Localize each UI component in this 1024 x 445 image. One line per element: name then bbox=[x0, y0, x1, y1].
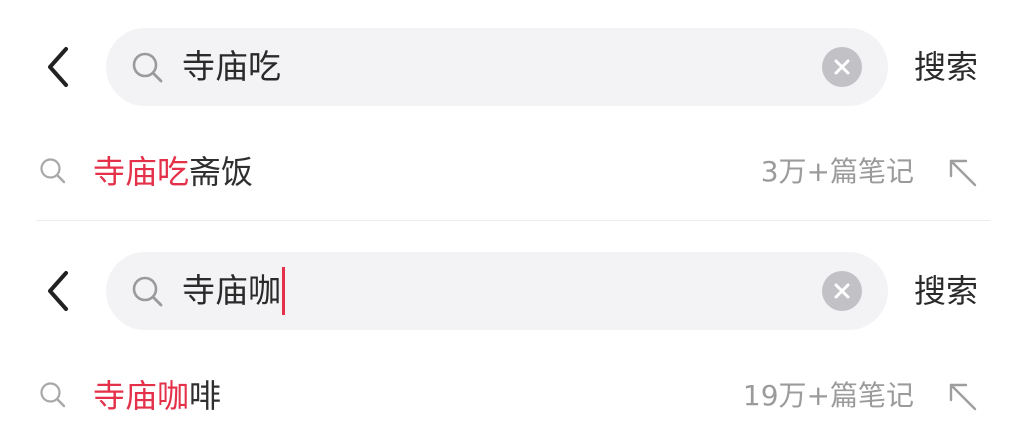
search-field[interactable]: 寺庙吃 bbox=[106, 28, 888, 106]
magnifier-icon bbox=[40, 158, 66, 184]
magnifier-icon bbox=[40, 382, 66, 408]
suggestion-text: 寺庙吃斋饭 bbox=[93, 142, 253, 202]
search-query-text: 寺庙咖 bbox=[182, 271, 281, 310]
note-count: 19万+篇笔记 bbox=[742, 379, 914, 412]
magnifier-icon bbox=[132, 276, 163, 307]
clear-x-icon bbox=[834, 283, 850, 299]
search-bar: 寺庙吃 搜索 bbox=[0, 28, 1024, 106]
suggestion-item[interactable]: 寺庙咖啡 19万+篇笔记 bbox=[0, 366, 1024, 426]
search-bar: 寺庙咖 搜索 bbox=[0, 252, 1024, 330]
arrow-up-left-icon[interactable] bbox=[942, 152, 982, 192]
back-button[interactable] bbox=[36, 266, 80, 316]
suggestion-item[interactable]: 寺庙吃斋饭 3万+篇笔记 bbox=[0, 142, 1024, 202]
suggestion-highlight: 寺庙吃 bbox=[93, 153, 190, 191]
suggestion-text: 寺庙咖啡 bbox=[93, 366, 221, 426]
search-input[interactable]: 寺庙吃 bbox=[182, 28, 281, 106]
clear-x-icon bbox=[834, 59, 850, 75]
back-button[interactable] bbox=[36, 42, 80, 92]
arrow-up-left-icon[interactable] bbox=[942, 376, 982, 416]
section-divider bbox=[36, 220, 990, 221]
search-button[interactable]: 搜索 bbox=[914, 252, 978, 330]
search-field[interactable]: 寺庙咖 bbox=[106, 252, 888, 330]
magnifier-icon bbox=[132, 52, 163, 83]
suggestion-rest: 斋饭 bbox=[189, 153, 254, 191]
clear-button[interactable] bbox=[822, 47, 862, 87]
chevron-left-icon bbox=[48, 271, 68, 311]
text-cursor bbox=[282, 267, 285, 315]
suggestion-highlight: 寺庙咖 bbox=[93, 377, 190, 415]
search-input[interactable]: 寺庙咖 bbox=[182, 252, 285, 330]
chevron-left-icon bbox=[48, 47, 68, 87]
suggestion-rest: 啡 bbox=[189, 377, 222, 415]
note-count: 3万+篇笔记 bbox=[760, 155, 914, 188]
search-button[interactable]: 搜索 bbox=[914, 28, 978, 106]
search-query-text: 寺庙吃 bbox=[182, 47, 281, 86]
clear-button[interactable] bbox=[822, 271, 862, 311]
